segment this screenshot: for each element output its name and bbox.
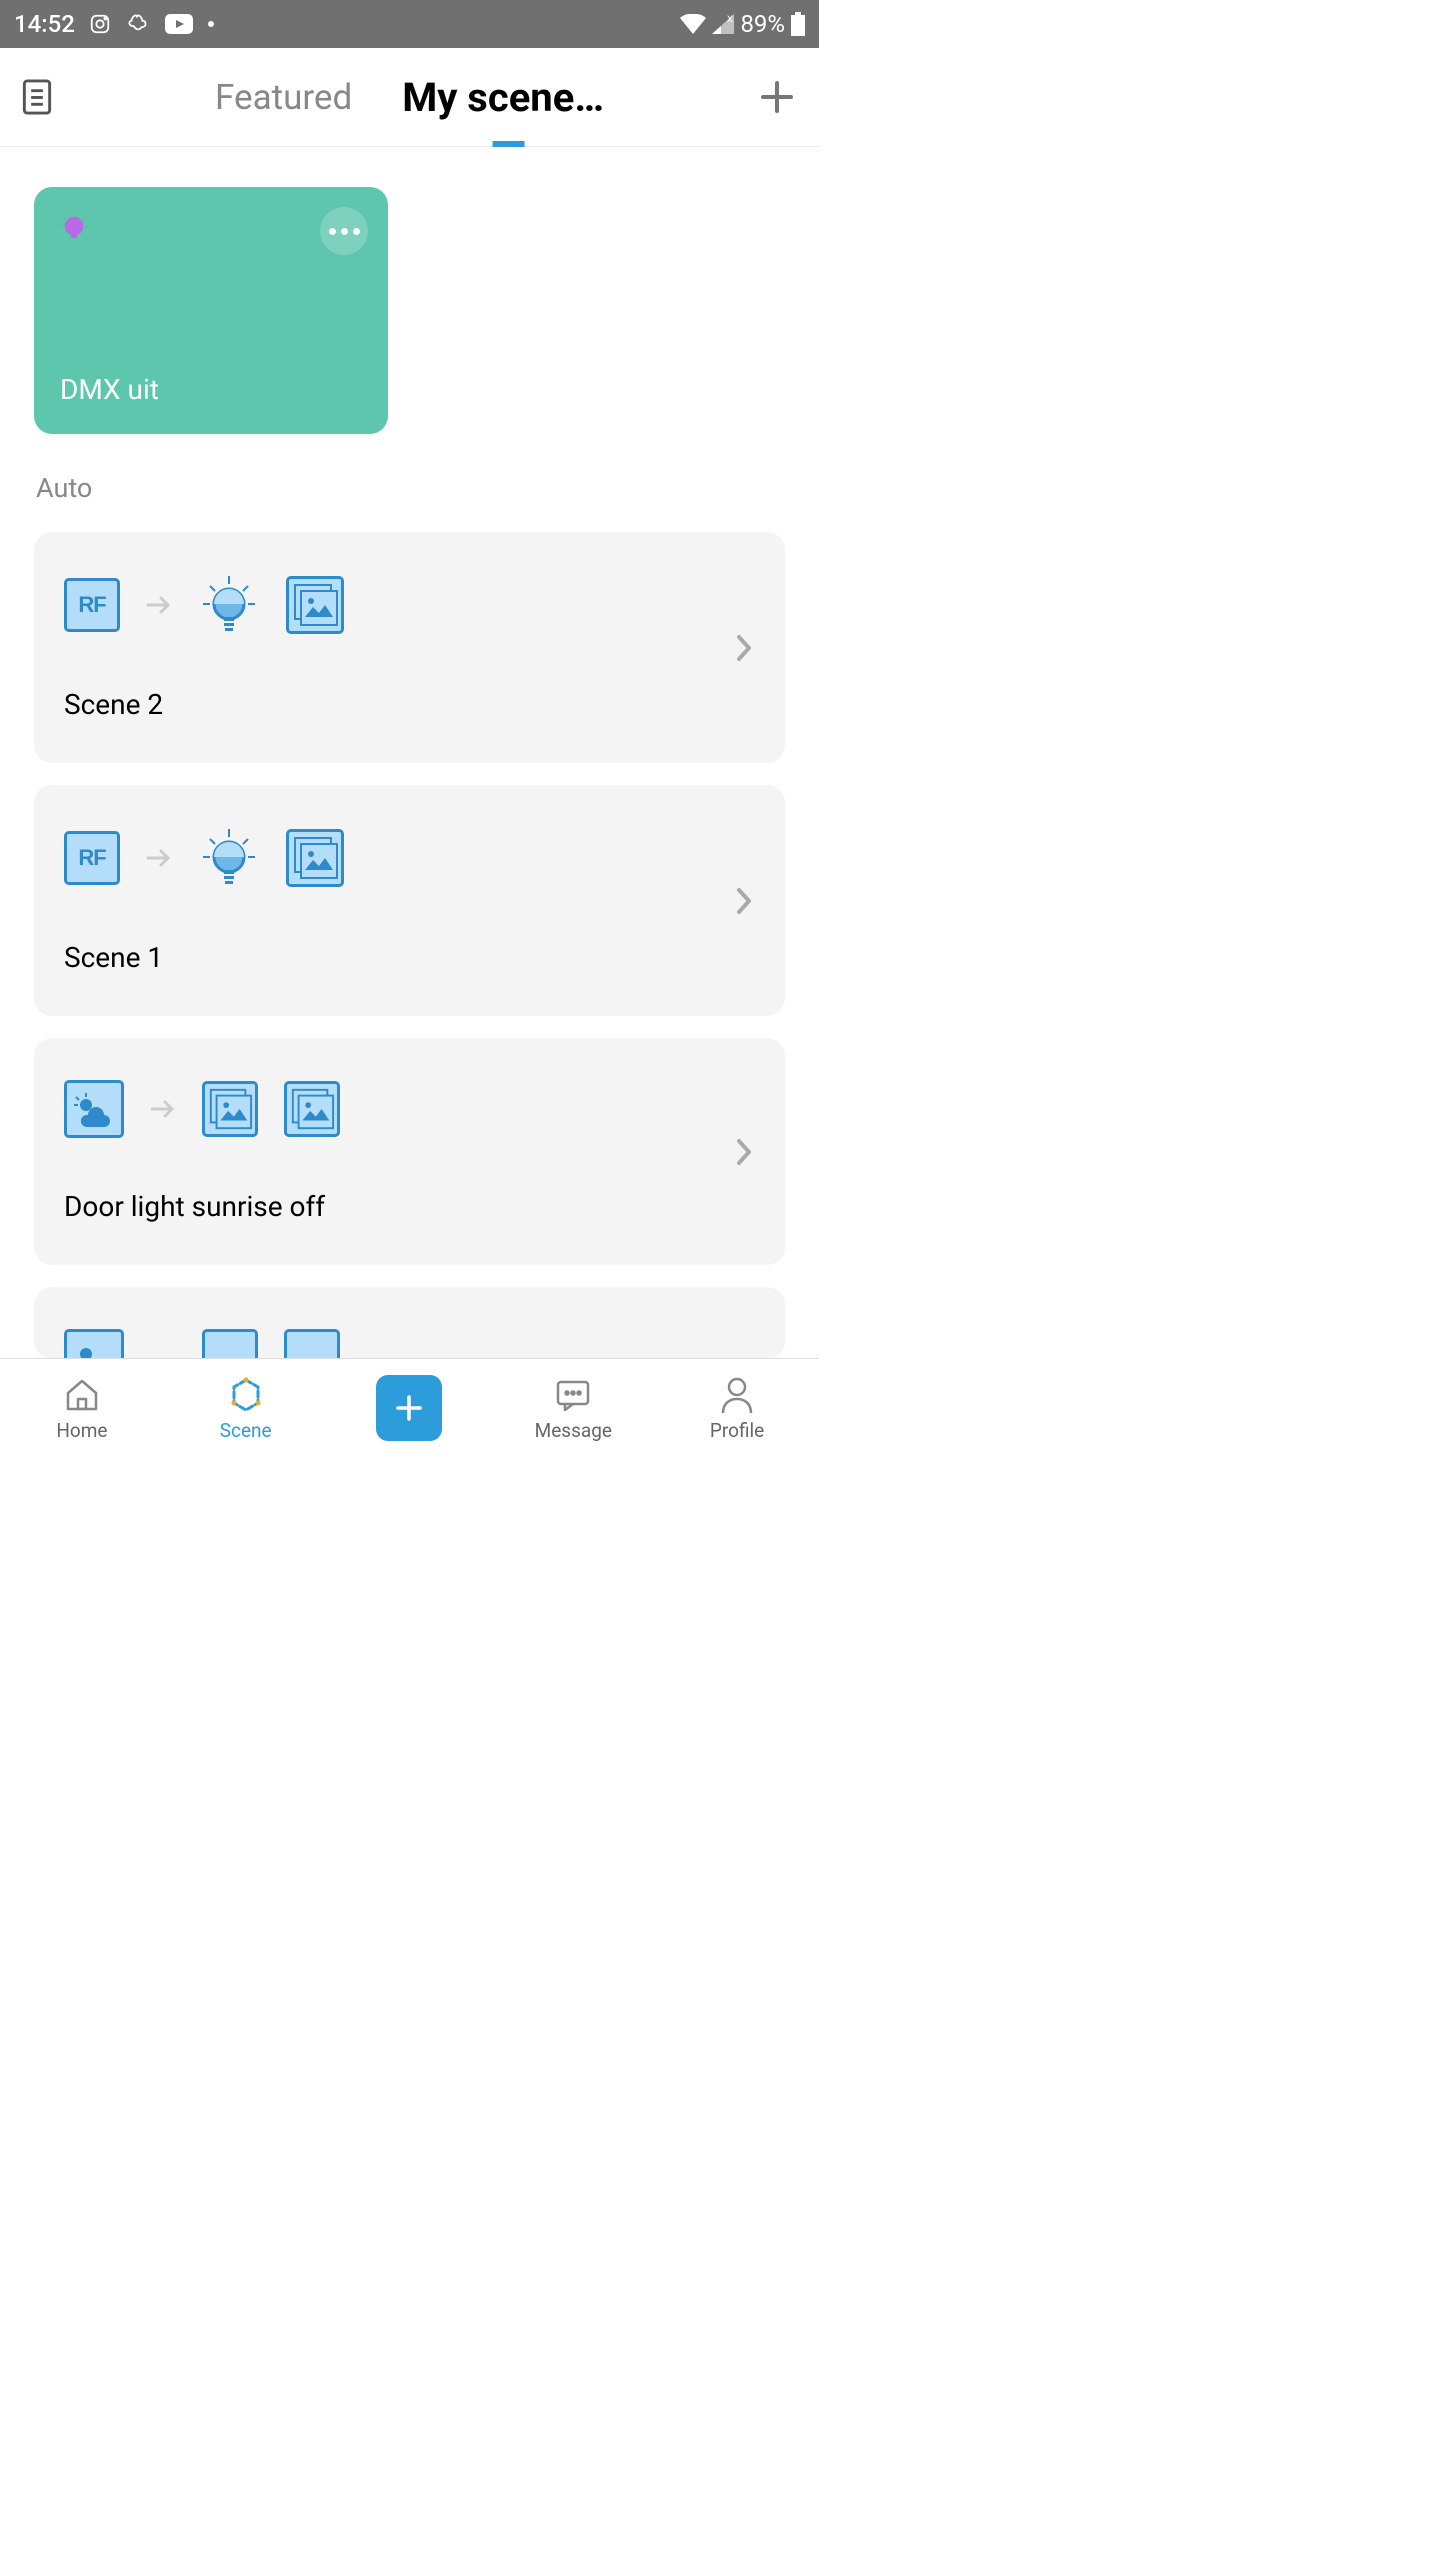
- scene-name: Door light sunrise off: [64, 1190, 340, 1223]
- content-scroll[interactable]: DMX uit Auto RF Scene 2 RF: [0, 147, 819, 1358]
- battery-percent: 89%: [740, 10, 785, 38]
- home-icon: [62, 1373, 102, 1417]
- image-action-icon: [202, 1329, 258, 1358]
- weather-trigger-icon: [64, 1329, 124, 1358]
- nav-profile[interactable]: Profile: [655, 1373, 819, 1442]
- plus-icon: [376, 1375, 442, 1441]
- nav-label: Profile: [710, 1419, 764, 1442]
- battery-icon: [791, 12, 805, 36]
- scene-icon-row: [64, 1080, 340, 1138]
- chevron-right-icon: [735, 886, 753, 916]
- image-action-icon: [202, 1081, 258, 1137]
- bottom-nav: Home Scene Message Profile: [0, 1358, 819, 1456]
- nav-label: Message: [535, 1419, 612, 1442]
- arrow-right-icon: [150, 1098, 176, 1120]
- status-time: 14:52: [14, 10, 75, 38]
- bulb-action-icon: [198, 827, 260, 889]
- status-right: X 89%: [680, 10, 805, 38]
- arrow-right-icon: [146, 847, 172, 869]
- arrow-right-icon: [146, 594, 172, 616]
- image-action-icon: [284, 1081, 340, 1137]
- chevron-right-icon: [735, 1137, 753, 1167]
- header-tabs: Featured My scene…: [215, 74, 604, 121]
- scene-card-title: DMX uit: [60, 373, 364, 406]
- auto-scene-card[interactable]: RF Scene 2: [34, 532, 785, 763]
- image-action-icon: [286, 829, 344, 887]
- auto-scene-card[interactable]: [34, 1287, 785, 1358]
- nav-home[interactable]: Home: [0, 1373, 164, 1442]
- profile-icon: [718, 1373, 756, 1417]
- image-action-icon: [284, 1329, 340, 1358]
- app-header: Featured My scene…: [0, 48, 819, 147]
- nav-message[interactable]: Message: [491, 1373, 655, 1442]
- scene-icon-row: RF: [64, 827, 344, 889]
- chevron-right-icon: [735, 633, 753, 663]
- scene-icon-row: RF: [64, 574, 344, 636]
- instagram-icon: [89, 13, 111, 35]
- youtube-icon: [165, 14, 193, 34]
- rf-trigger-icon: RF: [64, 831, 120, 885]
- nav-label: Home: [56, 1419, 107, 1442]
- rf-trigger-icon: RF: [64, 578, 120, 632]
- status-bar: 14:52 X 89%: [0, 0, 819, 48]
- image-action-icon: [286, 576, 344, 634]
- message-icon: [553, 1373, 593, 1417]
- dot-icon: [207, 20, 215, 28]
- scene-name: Scene 2: [64, 688, 344, 721]
- nav-add[interactable]: [328, 1375, 492, 1441]
- auto-scene-card[interactable]: RF Scene 1: [34, 785, 785, 1016]
- scene-name: Scene 1: [64, 941, 344, 974]
- tab-featured[interactable]: Featured: [215, 77, 352, 118]
- tab-my-scenes[interactable]: My scene…: [402, 74, 604, 121]
- wifi-icon: [680, 14, 706, 34]
- status-left: 14:52: [14, 10, 215, 38]
- bulb-action-icon: [198, 574, 260, 636]
- nav-label: Scene: [220, 1419, 272, 1442]
- more-icon[interactable]: [320, 207, 368, 255]
- menu-icon[interactable]: [22, 79, 52, 115]
- scene-icon-row: [64, 1329, 340, 1358]
- rabbit-icon: [125, 11, 151, 37]
- weather-trigger-icon: [64, 1080, 124, 1138]
- auto-scene-card[interactable]: Door light sunrise off: [34, 1038, 785, 1265]
- signal-icon: X: [712, 14, 734, 34]
- bulb-icon: [60, 211, 364, 245]
- featured-scene-card[interactable]: DMX uit: [34, 187, 388, 434]
- nav-scene[interactable]: Scene: [164, 1373, 328, 1442]
- scene-icon: [225, 1373, 267, 1417]
- svg-text:X: X: [727, 15, 733, 25]
- section-auto-heading: Auto: [36, 472, 785, 504]
- add-icon[interactable]: [757, 77, 797, 117]
